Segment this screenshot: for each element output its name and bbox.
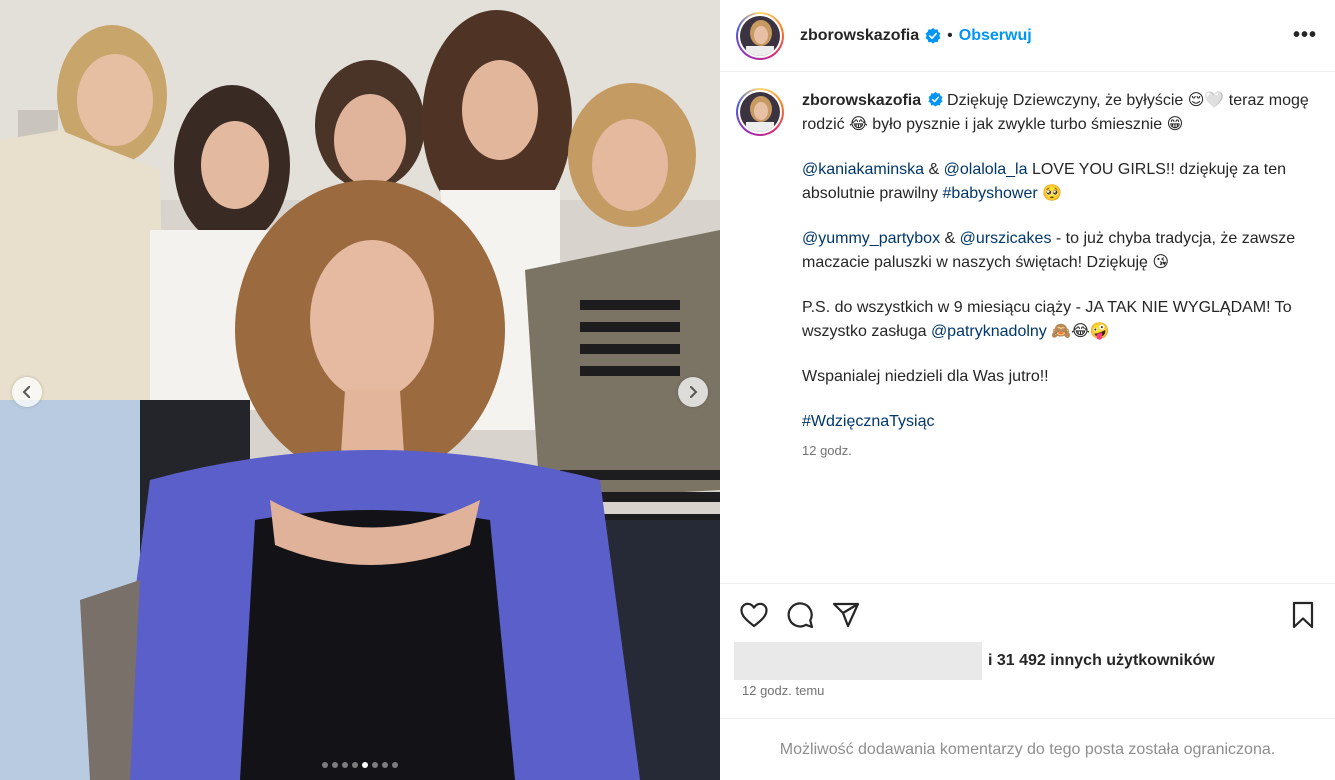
post-photo [0,0,720,780]
tears-of-joy-emoji: 😂 [849,114,868,133]
heart-icon [740,602,768,628]
carousel-dot [392,762,398,768]
carousel-dot [342,762,348,768]
chevron-left-icon [22,386,30,398]
likes-count-text[interactable]: i 31 492 innych użytkowników [988,652,1215,670]
likes-summary: i 31 492 innych użytkowników [734,642,1319,680]
caption-text: zborowskazofia Dziękuję Dziewczyny, że b… [802,88,1312,584]
mention-link[interactable]: @olalola_la [944,161,1028,178]
mention-link[interactable]: @patryknadolny [931,323,1047,340]
next-photo-button[interactable] [678,377,708,407]
share-button[interactable] [830,599,862,631]
caption-line4-a: P.S. do wszystkich w 9 miesiącu ciąży - … [802,299,1292,340]
caption-paragraph-5: Wspanialej niedzieli dla Was jutro!! [802,368,1049,385]
hashtag-link[interactable]: #babyshower [943,185,1038,202]
mention-link[interactable]: @kaniakaminska [802,161,924,178]
more-options-icon[interactable]: ••• [1293,24,1317,47]
paper-plane-icon [832,602,860,628]
hashtag-link[interactable]: #WdzięcznaTysiąc [802,413,935,430]
verified-badge-icon [925,27,941,44]
caption-paragraph-1: zborowskazofia Dziękuję Dziewczyny, że b… [802,88,1312,136]
verified-badge-icon [928,92,943,107]
caption-username[interactable]: zborowskazofia [802,92,921,109]
monkey-laugh-emoji: 🙈😂🤪 [1051,321,1110,340]
carousel-dot [332,762,338,768]
username-link[interactable]: zborowskazofia [800,27,919,45]
like-button[interactable] [738,599,770,631]
avatar-image [740,15,780,56]
comment-button[interactable] [784,599,816,631]
chevron-right-icon [690,386,698,398]
relieved-heart-emoji: 😌🤍 [1187,90,1225,109]
comments-restricted-notice: Możliwość dodawania komentarzy do tego p… [720,718,1335,780]
follow-button[interactable]: Obserwuj [959,27,1032,45]
carousel-dot [382,762,388,768]
caption-paragraph-6: #WdzięcznaTysiąc [802,410,1312,433]
caption-amp: & [924,161,944,178]
post-timestamp[interactable]: 12 godz. temu [742,683,1319,698]
action-bar: i 31 492 innych użytkowników 12 godz. te… [720,583,1335,698]
avatar-image [740,92,780,132]
carousel-dot [352,762,358,768]
avatar[interactable] [736,11,784,60]
caption-avatar[interactable] [736,88,784,136]
caption-amp: & [940,230,960,247]
post-details-panel: zborowskazofia • Obserwuj ••• zborowskaz… [720,0,1335,780]
mention-link[interactable]: @yummy_partybox [802,230,940,247]
pleading-emoji: 🥺 [1042,183,1063,202]
caption-paragraph-2: @kaniakaminska & @olalola_la LOVE YOU GI… [802,158,1312,205]
caption-timestamp[interactable]: 12 godz. [802,439,1312,462]
blurred-liker-names [734,642,982,680]
caption-section: zborowskazofia Dziękuję Dziewczyny, że b… [720,72,1335,584]
carousel-dot [362,762,368,768]
comment-icon [787,602,814,629]
carousel-dot [322,762,328,768]
kiss-emoji: 😘 [1152,252,1170,271]
save-button[interactable] [1287,599,1319,631]
post-header: zborowskazofia • Obserwuj ••• [720,0,1335,72]
caption-paragraph-3: @yummy_partybox & @urszicakes - to już c… [802,227,1312,274]
group-photo-image [0,0,720,780]
caption-line1-a: Dziękuję Dziewczyny, że byłyście [947,92,1188,109]
separator-dot: • [947,26,953,44]
bookmark-icon [1292,601,1314,629]
caption-line1-c: było pysznie i jak zwykle turbo śmieszni… [867,116,1167,133]
carousel-indicator [0,762,720,768]
carousel-dot [372,762,378,768]
grin-emoji: 😁 [1166,114,1184,133]
previous-photo-button[interactable] [12,377,42,407]
mention-link[interactable]: @urszicakes [960,230,1052,247]
caption-paragraph-4: P.S. do wszystkich w 9 miesiącu ciąży - … [802,296,1312,343]
